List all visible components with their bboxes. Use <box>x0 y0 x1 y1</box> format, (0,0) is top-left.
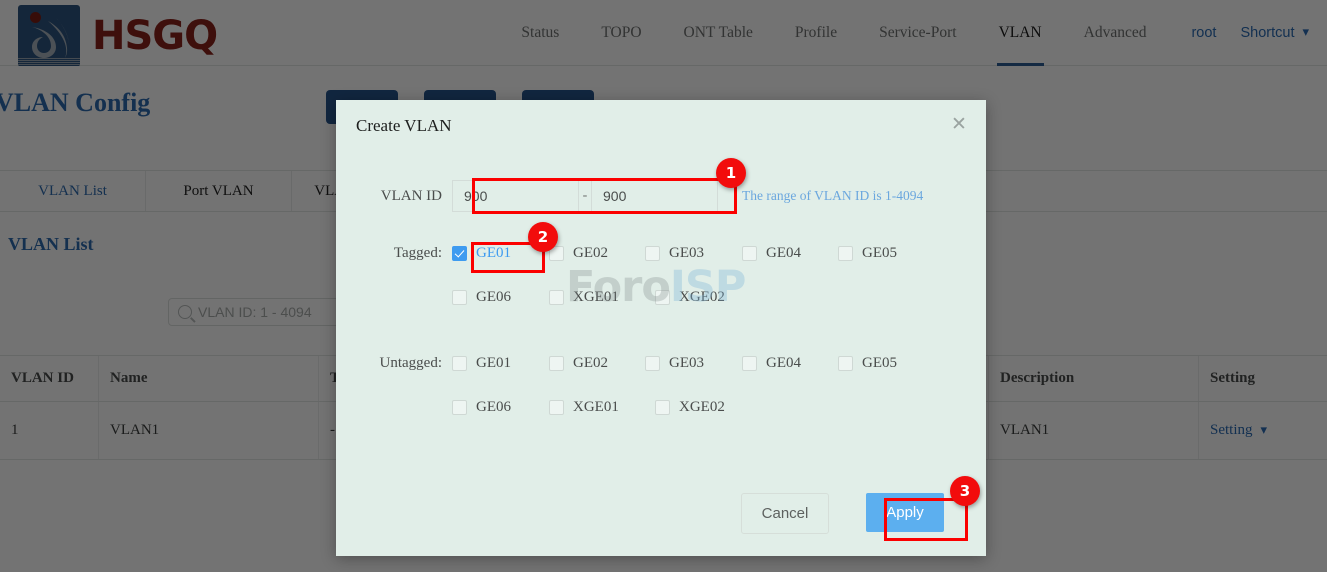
untagged-checkbox-label: GE05 <box>862 355 897 371</box>
dialog-title: Create VLAN <box>356 116 452 135</box>
vlan-id-end-input[interactable]: 900 <box>591 180 718 212</box>
dialog-footer: Cancel Apply <box>336 493 986 534</box>
tagged-checkbox-ge06[interactable]: GE06 <box>452 289 539 306</box>
checkbox-icon <box>655 400 670 415</box>
untagged-checkbox-ge05[interactable]: GE05 <box>838 355 897 372</box>
checkbox-icon <box>655 290 670 305</box>
checkbox-icon <box>549 400 564 415</box>
vlan-id-range-dash: - <box>582 188 588 203</box>
untagged-checkbox-xge02[interactable]: XGE02 <box>655 399 725 416</box>
create-vlan-dialog: Create VLAN ✕ VLAN ID 900 - 900 The rang… <box>336 100 986 556</box>
checkbox-icon <box>452 246 467 261</box>
tagged-checkbox-label: GE01 <box>476 245 511 261</box>
vlan-id-row: VLAN ID 900 - 900 The range of VLAN ID i… <box>366 180 923 212</box>
cancel-button[interactable]: Cancel <box>741 493 829 534</box>
checkbox-icon <box>645 356 660 371</box>
tagged-label: Tagged: <box>393 245 442 261</box>
tagged-checkbox-xge01[interactable]: XGE01 <box>549 289 645 306</box>
checkbox-icon <box>742 356 757 371</box>
checkbox-icon <box>742 246 757 261</box>
untagged-checkbox-label: GE03 <box>669 355 704 371</box>
tagged-checkbox-ge02[interactable]: GE02 <box>549 245 635 262</box>
tagged-row-2: GE06 XGE01 XGE02 <box>452 289 735 306</box>
vlan-id-start-input[interactable]: 900 <box>452 180 579 212</box>
tagged-checkbox-ge01[interactable]: GE01 <box>452 245 539 262</box>
untagged-checkbox-label: GE04 <box>766 355 801 371</box>
checkbox-icon <box>838 246 853 261</box>
untagged-checkbox-ge01[interactable]: GE01 <box>452 355 539 372</box>
tagged-row-1: Tagged: GE01 GE02 GE03 GE04 GE05 <box>366 245 907 262</box>
checkbox-icon <box>452 290 467 305</box>
tagged-checkbox-ge05[interactable]: GE05 <box>838 245 897 262</box>
apply-button[interactable]: Apply <box>866 493 944 532</box>
untagged-checkbox-ge06[interactable]: GE06 <box>452 399 539 416</box>
vlan-id-range-hint: The range of VLAN ID is 1-4094 <box>742 188 924 203</box>
untagged-checkbox-label: XGE01 <box>573 399 619 415</box>
untagged-checkbox-group-2: GE06 XGE01 XGE02 <box>452 399 735 416</box>
checkbox-icon <box>549 290 564 305</box>
untagged-checkbox-label: GE01 <box>476 355 511 371</box>
untagged-checkbox-ge02[interactable]: GE02 <box>549 355 635 372</box>
tagged-checkbox-label: GE06 <box>476 289 511 305</box>
untagged-checkbox-xge01[interactable]: XGE01 <box>549 399 645 416</box>
tagged-checkbox-label: GE03 <box>669 245 704 261</box>
checkbox-icon <box>645 246 660 261</box>
tagged-checkbox-group-1: GE01 GE02 GE03 GE04 GE05 <box>452 245 907 262</box>
untagged-row-1: Untagged: GE01 GE02 GE03 GE04 GE05 <box>366 355 907 372</box>
checkbox-icon <box>838 356 853 371</box>
tagged-checkbox-group-2: GE06 XGE01 XGE02 <box>452 289 735 306</box>
untagged-checkbox-ge04[interactable]: GE04 <box>742 355 828 372</box>
tagged-checkbox-ge04[interactable]: GE04 <box>742 245 828 262</box>
checkbox-icon <box>549 356 564 371</box>
vlan-id-label: VLAN ID <box>380 187 442 204</box>
tagged-checkbox-xge02[interactable]: XGE02 <box>655 289 725 306</box>
tagged-checkbox-label: XGE02 <box>679 289 725 305</box>
checkbox-icon <box>452 356 467 371</box>
close-icon[interactable]: ✕ <box>948 115 970 137</box>
tagged-checkbox-label: XGE01 <box>573 289 619 305</box>
untagged-checkbox-label: GE06 <box>476 399 511 415</box>
vlan-id-range-inputs: 900 - 900 <box>452 180 718 212</box>
untagged-label: Untagged: <box>379 355 442 371</box>
untagged-checkbox-label: XGE02 <box>679 399 725 415</box>
untagged-checkbox-group-1: GE01 GE02 GE03 GE04 GE05 <box>452 355 907 372</box>
checkbox-icon <box>452 400 467 415</box>
tagged-checkbox-label: GE04 <box>766 245 801 261</box>
checkbox-icon <box>549 246 564 261</box>
untagged-row-2: GE06 XGE01 XGE02 <box>452 399 735 416</box>
tagged-checkbox-label: GE02 <box>573 245 608 261</box>
untagged-checkbox-label: GE02 <box>573 355 608 371</box>
tagged-checkbox-label: GE05 <box>862 245 897 261</box>
untagged-checkbox-ge03[interactable]: GE03 <box>645 355 732 372</box>
application-root: HSGQ Status TOPO ONT Table Profile Servi… <box>0 0 1327 572</box>
tagged-checkbox-ge03[interactable]: GE03 <box>645 245 732 262</box>
